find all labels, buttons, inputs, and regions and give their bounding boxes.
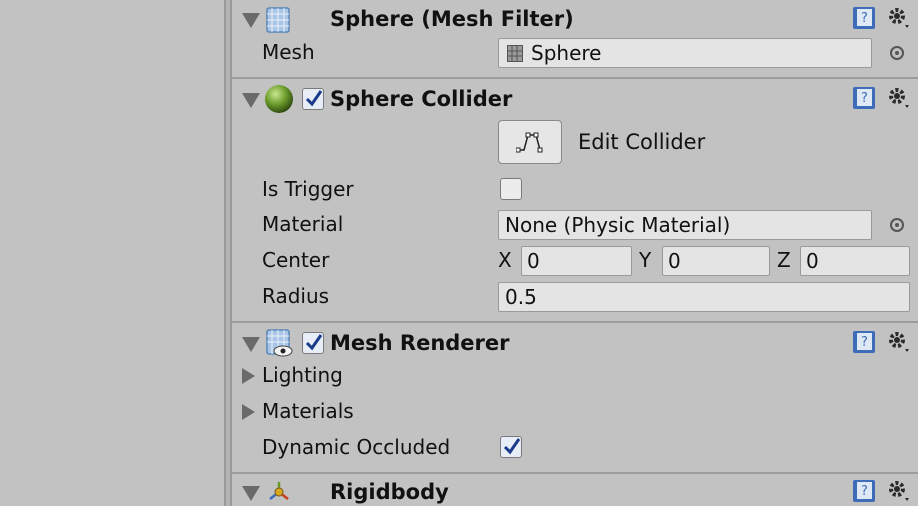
help-book-icon[interactable]: ? bbox=[852, 86, 876, 110]
component-divider bbox=[232, 77, 918, 79]
radius-row: Radius 0.5 bbox=[232, 282, 918, 314]
foldout-expanded-icon[interactable] bbox=[242, 337, 260, 352]
mesh-renderer-title: Mesh Renderer bbox=[330, 331, 510, 355]
mesh-renderer-icon bbox=[266, 329, 293, 357]
edit-collider-label: Edit Collider bbox=[578, 130, 706, 154]
mesh-filter-title: Sphere (Mesh Filter) bbox=[330, 7, 574, 31]
foldout-expanded-icon[interactable] bbox=[242, 486, 260, 501]
svg-text:?: ? bbox=[861, 335, 868, 350]
center-x-field[interactable]: 0 bbox=[521, 246, 632, 276]
gear-icon[interactable] bbox=[886, 479, 914, 505]
object-picker-icon[interactable] bbox=[890, 46, 904, 60]
materials-foldout[interactable]: Materials bbox=[232, 398, 918, 428]
hierarchy-pane bbox=[0, 0, 224, 506]
sphere-collider-title: Sphere Collider bbox=[330, 87, 513, 111]
material-label: Material bbox=[262, 212, 344, 236]
mesh-renderer-header[interactable]: Mesh Renderer ? bbox=[232, 324, 918, 364]
foldout-expanded-icon[interactable] bbox=[242, 93, 260, 108]
gear-icon[interactable] bbox=[886, 330, 914, 356]
component-divider bbox=[232, 472, 918, 474]
object-picker-icon[interactable] bbox=[890, 218, 904, 232]
center-y-field[interactable]: 0 bbox=[662, 246, 770, 276]
gear-icon[interactable] bbox=[886, 6, 914, 32]
rigidbody-header[interactable]: Rigidbody ? bbox=[232, 475, 918, 506]
svg-text:?: ? bbox=[861, 484, 868, 499]
material-row: Material None (Physic Material) bbox=[232, 210, 918, 242]
lighting-foldout[interactable]: Lighting bbox=[232, 362, 918, 392]
inspector-panel: Sphere (Mesh Filter) ? Mesh Sphere Spher… bbox=[232, 0, 918, 506]
is-trigger-checkbox[interactable] bbox=[500, 178, 522, 200]
help-book-icon[interactable]: ? bbox=[852, 479, 876, 503]
mesh-asset-icon bbox=[507, 45, 523, 62]
sphere-collider-enabled-checkbox[interactable] bbox=[302, 88, 324, 110]
sphere-collider-header[interactable]: Sphere Collider ? bbox=[232, 80, 918, 120]
svg-text:?: ? bbox=[861, 91, 868, 106]
mesh-renderer-enabled-checkbox[interactable] bbox=[302, 332, 324, 354]
foldout-expanded-icon[interactable] bbox=[242, 13, 260, 28]
mesh-value: Sphere bbox=[531, 41, 602, 65]
mesh-label: Mesh bbox=[262, 40, 315, 64]
dynamic-occluded-row: Dynamic Occluded bbox=[232, 432, 918, 464]
radius-label: Radius bbox=[262, 284, 330, 308]
svg-text:?: ? bbox=[861, 11, 868, 26]
center-label: Center bbox=[262, 248, 330, 272]
radius-field[interactable]: 0.5 bbox=[498, 282, 910, 312]
help-book-icon[interactable]: ? bbox=[852, 330, 876, 354]
sphere-collider-icon bbox=[265, 85, 293, 113]
center-row: Center X 0 Y 0 Z 0 bbox=[232, 246, 918, 278]
component-divider bbox=[232, 321, 918, 323]
is-trigger-row: Is Trigger bbox=[232, 174, 918, 206]
center-z-field[interactable]: 0 bbox=[800, 246, 910, 276]
rigidbody-icon bbox=[269, 482, 289, 500]
rigidbody-title: Rigidbody bbox=[330, 480, 449, 504]
is-trigger-label: Is Trigger bbox=[262, 177, 354, 201]
help-book-icon[interactable]: ? bbox=[852, 6, 876, 30]
mesh-filter-header[interactable]: Sphere (Mesh Filter) ? bbox=[232, 0, 918, 40]
foldout-collapsed-icon[interactable] bbox=[242, 404, 255, 420]
materials-label: Materials bbox=[262, 399, 354, 423]
center-z-label: Z bbox=[777, 248, 791, 272]
edit-collider-button[interactable] bbox=[498, 120, 562, 164]
dynamic-occluded-label: Dynamic Occluded bbox=[262, 435, 451, 459]
foldout-collapsed-icon[interactable] bbox=[242, 368, 255, 384]
mesh-row: Mesh Sphere bbox=[232, 38, 918, 70]
mesh-filter-icon bbox=[266, 7, 290, 33]
dynamic-occluded-checkbox[interactable] bbox=[500, 436, 522, 458]
edit-collider-row: Edit Collider bbox=[232, 120, 918, 166]
edit-collider-icon bbox=[516, 132, 543, 153]
pane-splitter[interactable] bbox=[224, 0, 232, 506]
center-x-label: X bbox=[498, 248, 512, 272]
mesh-field[interactable]: Sphere bbox=[498, 38, 872, 68]
center-y-label: Y bbox=[639, 248, 652, 272]
lighting-label: Lighting bbox=[262, 363, 343, 387]
material-field[interactable]: None (Physic Material) bbox=[498, 210, 872, 240]
gear-icon[interactable] bbox=[886, 86, 914, 112]
